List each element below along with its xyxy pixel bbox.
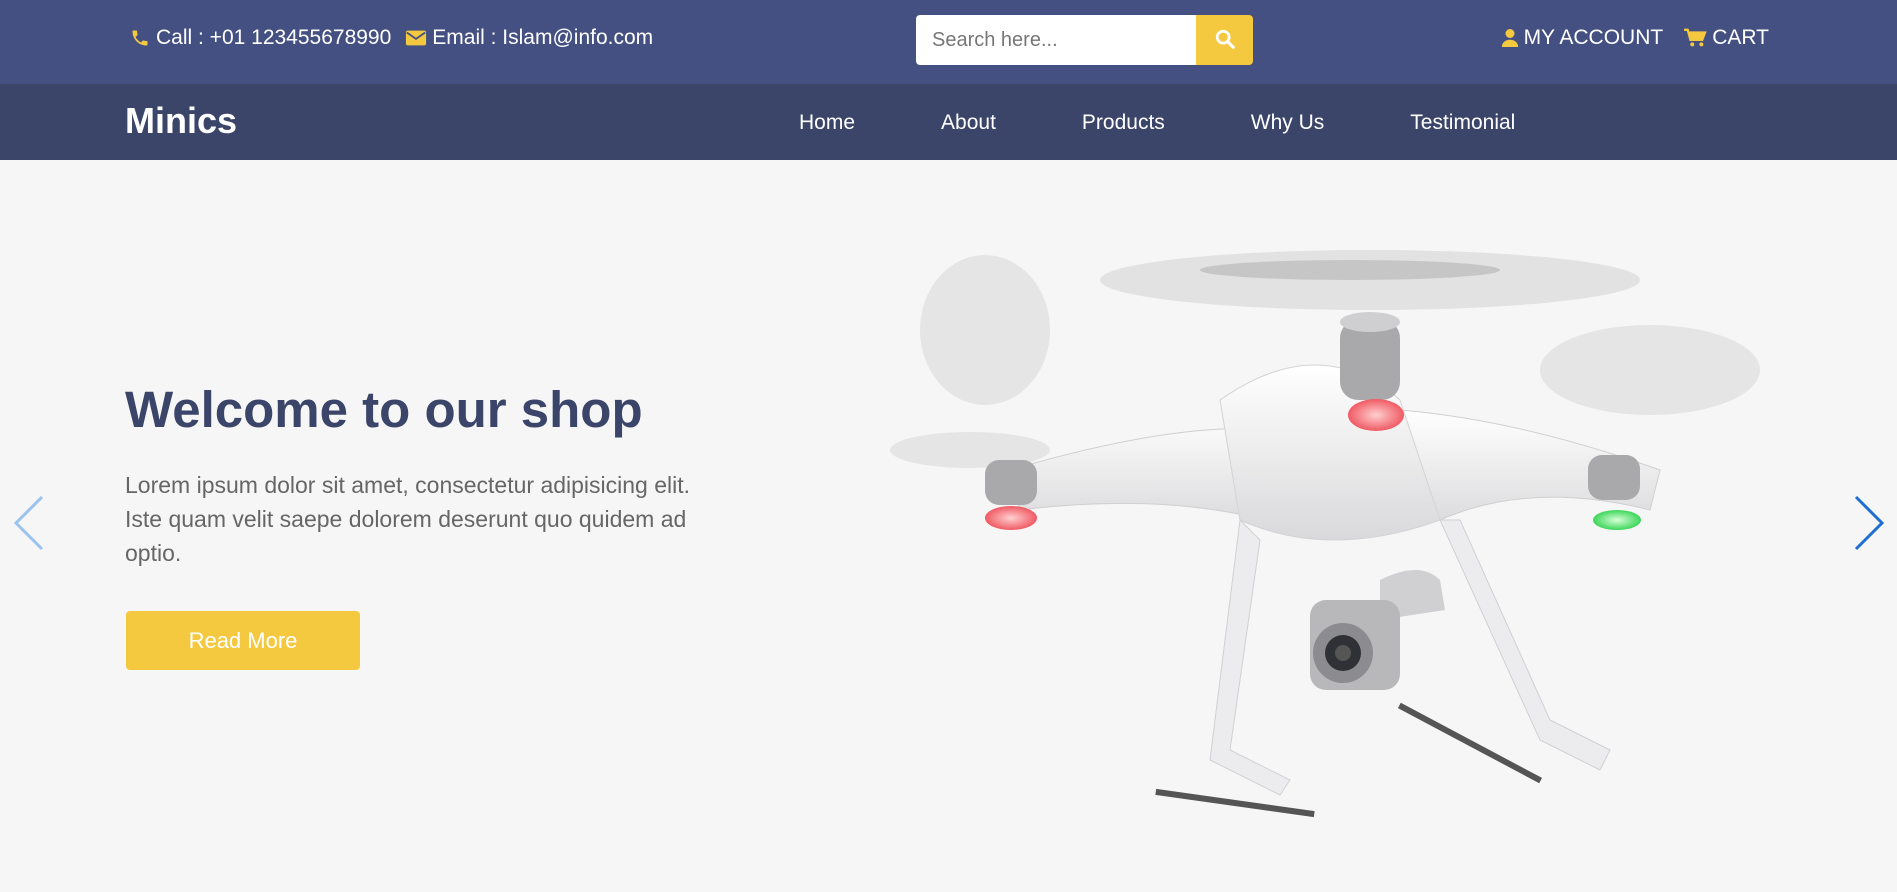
brand-logo[interactable]: Minics <box>125 100 237 142</box>
search-form <box>916 15 1257 65</box>
nav-link-about[interactable]: About <box>941 111 996 135</box>
contact-info: Call : +01 123455678990 Email : Islam@in… <box>129 26 667 50</box>
phone-label: Call : +01 123455678990 <box>156 26 392 49</box>
top-bar: Call : +01 123455678990 Email : Islam@in… <box>0 0 1897 84</box>
cart-icon <box>1683 28 1707 48</box>
nav-link-testimonial[interactable]: Testimonial <box>1410 111 1515 135</box>
search-button[interactable] <box>1196 15 1253 65</box>
hero-title: Welcome to our shop <box>125 381 643 438</box>
nav-menu: Home About Products Why Us Testimonial <box>799 111 1515 135</box>
read-more-button[interactable]: Read More <box>126 611 360 670</box>
main-navbar: Minics Home About Products Why Us Testim… <box>0 84 1897 160</box>
email-label: Email : Islam@info.com <box>432 26 654 49</box>
nav-link-home[interactable]: Home <box>799 111 855 135</box>
nav-link-products[interactable]: Products <box>1082 111 1165 135</box>
hero-slider: Welcome to our shop Lorem ipsum dolor si… <box>0 160 1897 892</box>
hero-description: Lorem ipsum dolor sit amet, consectetur … <box>125 472 691 566</box>
search-input[interactable] <box>916 15 1196 65</box>
phone-contact[interactable]: Call : +01 123455678990 <box>129 26 391 50</box>
chevron-left-icon[interactable] <box>12 495 46 556</box>
phone-icon <box>129 28 151 48</box>
my-account-label: MY ACCOUNT <box>1523 26 1664 49</box>
chevron-right-icon[interactable] <box>1852 495 1886 556</box>
my-account-link[interactable]: MY ACCOUNT <box>1501 26 1664 50</box>
email-contact[interactable]: Email : Islam@info.com <box>405 26 653 50</box>
user-icon <box>1501 28 1519 48</box>
account-links: MY ACCOUNT CART <box>1481 26 1769 50</box>
drone-image <box>880 220 1780 845</box>
search-icon <box>1214 28 1236 53</box>
cart-link[interactable]: CART <box>1683 26 1769 50</box>
nav-link-why-us[interactable]: Why Us <box>1251 111 1325 135</box>
envelope-icon <box>405 29 427 47</box>
cart-label: CART <box>1712 26 1769 49</box>
